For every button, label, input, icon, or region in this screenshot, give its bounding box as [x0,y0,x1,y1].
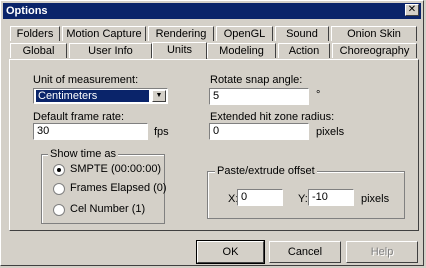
tab-motion-capture[interactable]: Motion Capture [62,26,146,41]
tab-folders[interactable]: Folders [10,26,60,41]
radio-cel-number[interactable] [53,204,65,216]
help-button-label: Help [370,246,394,258]
hit-zone-pixels-label: pixels [316,126,345,138]
tab-opengl[interactable]: OpenGL [216,26,273,41]
title-bar[interactable]: Options ✕ [3,3,421,19]
window-title: Options [6,5,48,17]
chevron-down-icon[interactable]: ▼ [152,90,166,102]
radio-smpte-label: SMPTE (00:00:00) [70,163,162,175]
offset-y-value: -10 [312,191,328,203]
cancel-button-label: Cancel [287,246,323,258]
radio-smpte[interactable] [53,164,65,176]
offset-y-input[interactable]: -10 [308,189,354,206]
extended-hit-zone-label: Extended hit zone radius: [210,111,335,123]
unit-of-measurement-select[interactable]: Centimeters ▼ [33,88,168,104]
rotate-snap-angle-value: 5 [213,90,220,102]
rotate-snap-angle-label: Rotate snap angle: [210,74,303,86]
tab-units[interactable]: Units [152,42,207,59]
radio-frames-elapsed[interactable] [53,183,65,195]
show-time-legend: Show time as [48,148,119,160]
cancel-button[interactable]: Cancel [269,241,341,263]
offset-pixels-label: pixels [361,193,390,205]
tab-user-info[interactable]: User Info [69,43,152,58]
ok-button-label: OK [222,246,239,258]
tab-rendering[interactable]: Rendering [148,26,214,41]
paste-extrude-legend: Paste/extrude offset [215,165,317,177]
tab-sound[interactable]: Sound [275,26,329,41]
tab-action[interactable]: Action [278,43,330,58]
tab-onion-skin[interactable]: Onion Skin [331,26,417,41]
unit-of-measurement-value: Centimeters [36,90,149,102]
frame-rate-input[interactable]: 30 [33,123,148,140]
tab-global[interactable]: Global [10,43,67,58]
fps-label: fps [154,126,169,138]
options-dialog: Options ✕ Folders Motion Capture Renderi… [0,0,424,266]
hit-zone-radius-value: 0 [213,125,220,137]
unit-of-measurement-label: Unit of measurement: [33,74,139,86]
tab-choreography[interactable]: Choreography [332,43,417,58]
offset-x-value: 0 [241,191,248,203]
rotate-snap-angle-input[interactable]: 5 [209,88,309,105]
tab-modeling[interactable]: Modeling [207,43,276,58]
degree-label: ° [316,89,321,101]
help-button[interactable]: Help [346,241,418,263]
frame-rate-value: 30 [37,125,50,137]
default-frame-rate-label: Default frame rate: [33,111,125,123]
close-icon[interactable]: ✕ [405,4,419,16]
radio-frames-elapsed-label: Frames Elapsed (0) [70,182,167,194]
hit-zone-radius-input[interactable]: 0 [209,123,309,140]
radio-cel-number-label: Cel Number (1) [70,203,146,215]
ok-button[interactable]: OK [196,240,265,264]
offset-y-label: Y: [298,193,308,205]
offset-x-input[interactable]: 0 [237,189,283,206]
